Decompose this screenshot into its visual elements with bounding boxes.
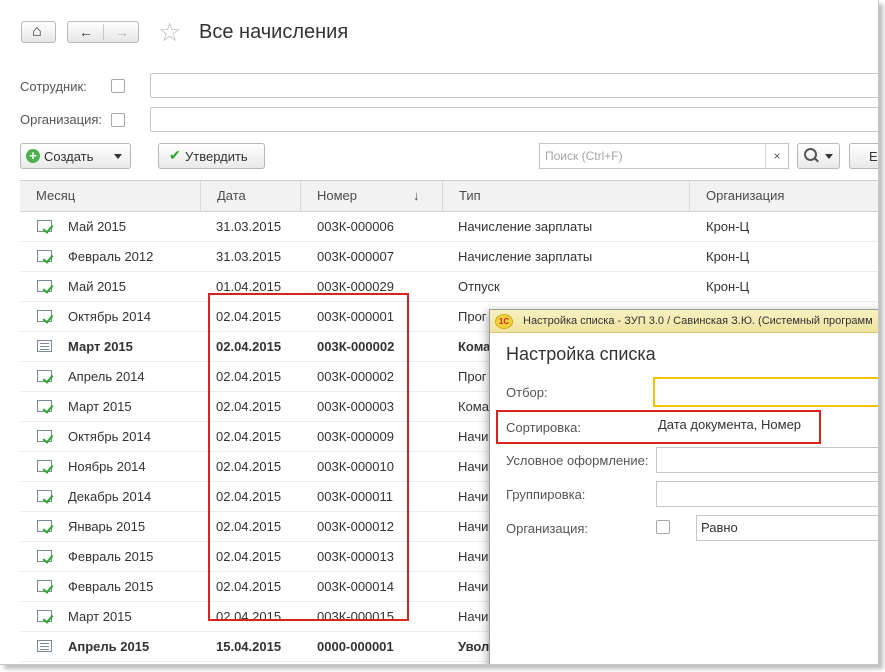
dropdown-arrow-icon: [114, 154, 122, 159]
cell-date: 31.03.2015: [216, 219, 282, 234]
cell-type: Начисление зарплаты: [458, 219, 593, 234]
add-icon: +: [26, 149, 40, 163]
cell-month: Март 2015: [68, 399, 132, 414]
employee-filter-checkbox[interactable]: [111, 79, 125, 93]
cell-date: 31.03.2015: [216, 249, 282, 264]
filter-label: Отбор:: [506, 385, 548, 400]
cell-date: 15.04.2015: [216, 639, 282, 654]
dialog-window-title: Настройка списка - ЗУП 3.0 / Савинская З…: [523, 315, 873, 327]
filter-field[interactable]: [653, 377, 878, 407]
table-row[interactable]: Май 2015 01.04.2015 003К-000029 Отпуск Крон-…: [20, 272, 878, 302]
document-posted-icon: [37, 220, 52, 232]
grouping-label: Группировка:: [506, 487, 586, 502]
cell-type: Отпуск: [458, 279, 500, 294]
document-posted-icon: [37, 580, 52, 592]
column-header-type[interactable]: Тип: [443, 181, 690, 211]
organization-filter-label: Организация:: [20, 112, 103, 127]
cell-month: Январь 2015: [68, 519, 146, 534]
favorite-star-icon[interactable]: ☆: [158, 17, 181, 47]
cell-month: Декабрь 2014: [68, 489, 152, 504]
search-options-button[interactable]: [797, 143, 840, 169]
document-posted-icon: [37, 520, 52, 532]
approve-button[interactable]: ✔ Утвердить: [158, 143, 265, 169]
search-input[interactable]: Поиск (Ctrl+F) ×: [539, 143, 789, 169]
cell-month: Март 2015: [68, 609, 132, 624]
employee-filter-input[interactable]: [150, 73, 878, 98]
cell-month: Февраль 2012: [68, 249, 154, 264]
create-button-label: Создать: [44, 149, 94, 164]
document-posted-icon: [37, 460, 52, 472]
organization-checkbox[interactable]: [656, 520, 670, 534]
more-button-label: Е: [869, 149, 878, 164]
checkmark-icon: ✔: [169, 147, 181, 163]
1c-logo-icon: 1С: [495, 314, 513, 329]
cell-month: Февраль 2015: [68, 549, 154, 564]
cell-organization: Крон-Ц: [706, 249, 750, 264]
list-settings-dialog: 1С Настройка списка - ЗУП 3.0 / Савинска…: [489, 309, 878, 664]
cell-month: Октябрь 2014: [68, 309, 151, 324]
organization-filter-checkbox[interactable]: [111, 113, 125, 127]
sort-descending-icon: ↓: [413, 188, 420, 203]
document-posted-icon: [37, 610, 52, 622]
cell-month: Ноябрь 2014: [68, 459, 146, 474]
organization-label: Организация:: [506, 521, 589, 536]
clear-search-icon[interactable]: ×: [765, 144, 788, 168]
cell-month: Апрель 2014: [68, 369, 145, 384]
back-icon[interactable]: ←: [79, 22, 93, 42]
conditional-appearance-field[interactable]: [656, 447, 878, 473]
document-posted-icon: [37, 280, 52, 292]
column-header-number-label: Номер: [317, 188, 358, 203]
document-posted-icon: [37, 490, 52, 502]
dropdown-arrow-icon: [825, 154, 833, 159]
home-button[interactable]: ⌂: [21, 21, 56, 43]
cell-organization: Крон-Ц: [706, 279, 750, 294]
document-draft-icon: [37, 640, 52, 652]
conditional-appearance-label: Условное оформление:: [506, 453, 649, 468]
organization-filter-input[interactable]: [150, 107, 878, 132]
column-header-date[interactable]: Дата: [201, 181, 301, 211]
column-header-month[interactable]: Месяц: [20, 181, 201, 211]
document-posted-icon: [37, 310, 52, 322]
organization-condition-select[interactable]: Равно: [696, 515, 878, 541]
cell-month: Октябрь 2014: [68, 429, 151, 444]
cell-organization: Крон-Ц: [706, 219, 750, 234]
table-header: Месяц Дата Номер ↓ Тип Организация: [20, 181, 878, 212]
column-header-organization[interactable]: Организация: [690, 181, 878, 211]
cell-month: Февраль 2015: [68, 579, 154, 594]
cell-type: Начисление зарплаты: [458, 249, 593, 264]
document-posted-icon: [37, 430, 52, 442]
document-posted-icon: [37, 400, 52, 412]
nav-separator: [103, 24, 104, 40]
cell-month: Май 2015: [68, 279, 126, 294]
column-header-number[interactable]: Номер ↓: [301, 181, 443, 211]
employee-filter-label: Сотрудник:: [20, 79, 87, 94]
cell-number: 003К-000006: [317, 219, 394, 234]
document-posted-icon: [37, 250, 52, 262]
accruals-list-page: ⌂ ← → ☆ Все начисления Сотрудник: Органи…: [0, 0, 879, 665]
document-posted-icon: [37, 550, 52, 562]
create-button[interactable]: + Создать: [20, 143, 131, 169]
search-placeholder: Поиск (Ctrl+F): [545, 149, 623, 163]
search-handle-icon: [814, 157, 819, 163]
cell-month: Май 2015: [68, 219, 126, 234]
highlight-date-number-box: [208, 293, 409, 621]
more-button[interactable]: Е: [849, 143, 878, 169]
page-title: Все начисления: [199, 21, 349, 43]
document-draft-icon: [37, 340, 52, 352]
cell-month: Апрель 2015: [68, 639, 150, 654]
cell-month: Март 2015: [68, 339, 133, 354]
table-row[interactable]: Февраль 2012 31.03.2015 003К-000007 Начисле…: [20, 242, 878, 272]
approve-button-label: Утвердить: [185, 149, 248, 164]
highlight-sort-box: [496, 410, 821, 444]
home-icon: ⌂: [32, 23, 42, 40]
history-nav-group: ← →: [67, 21, 139, 43]
grouping-field[interactable]: [656, 481, 878, 507]
table-row[interactable]: Май 2015 31.03.2015 003К-000006 Начисление …: [20, 212, 878, 242]
dialog-heading: Настройка списка: [506, 344, 656, 364]
cell-number: 0000-000001: [317, 639, 394, 654]
document-posted-icon: [37, 370, 52, 382]
cell-number: 003К-000007: [317, 249, 394, 264]
forward-icon[interactable]: →: [115, 22, 129, 42]
dialog-titlebar[interactable]: 1С Настройка списка - ЗУП 3.0 / Савинска…: [490, 310, 878, 333]
